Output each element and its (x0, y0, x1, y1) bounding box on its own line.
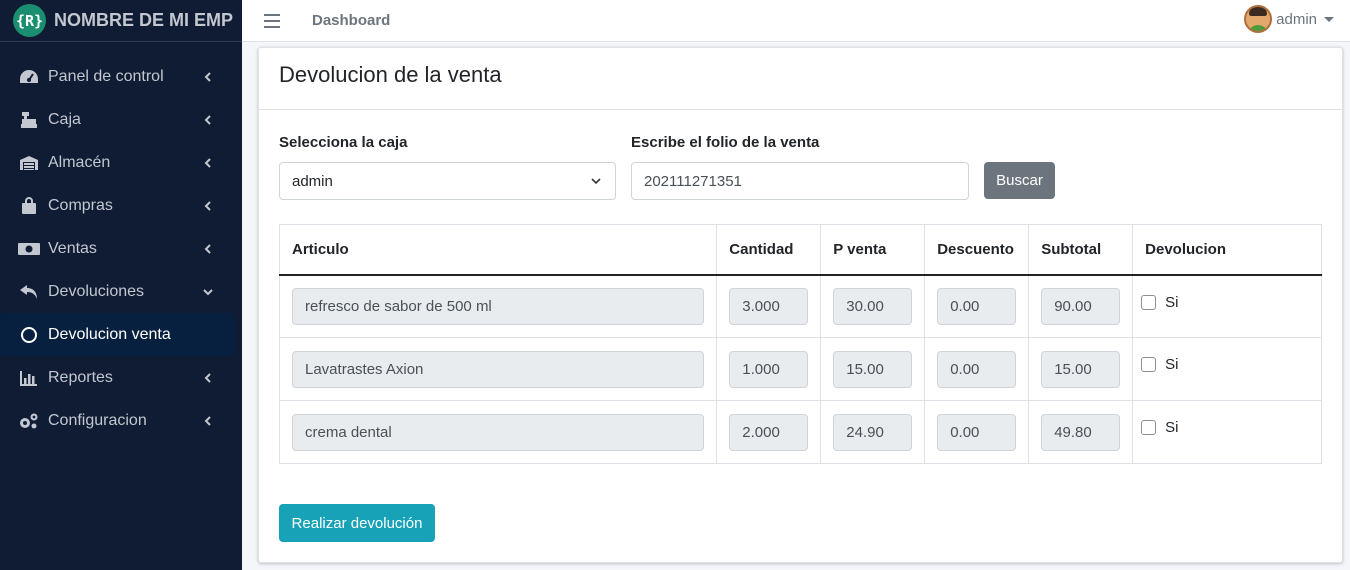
card-header: Devolucion de la venta (259, 48, 1342, 110)
brand-name: NOMBRE DE MI EMP (54, 10, 234, 30)
chevron-left-icon (204, 243, 211, 254)
devolucion-text: Si (1165, 293, 1179, 311)
cogs-icon (18, 412, 40, 430)
bars-icon[interactable] (264, 13, 280, 28)
devolucion-card: Devolucion de la venta Selecciona la caj… (258, 47, 1343, 563)
column-header-articulo: Articulo (278, 224, 718, 276)
sidebar-item-panel-de-control[interactable]: Panel de control (0, 55, 234, 98)
sidebar-item-label: Configuracion (48, 411, 147, 429)
sidebar-item-label: Ventas (48, 239, 97, 257)
top-navbar: Dashboard admin (242, 0, 1350, 42)
table-row: crema dental 2.000 24.90 0.00 49.80 Si (278, 400, 1322, 464)
chevron-left-icon (204, 157, 211, 168)
chevron-left-icon (204, 200, 211, 211)
devolucion-text: Si (1165, 419, 1179, 436)
cantidad-field: 3.000 (729, 287, 809, 325)
cash-register-icon (18, 111, 40, 129)
sidebar-item-reportes[interactable]: Reportes (0, 356, 234, 399)
precio-field: 24.90 (833, 413, 913, 451)
sidebar-item-devolucion-venta[interactable]: Devolucion venta (0, 313, 234, 356)
shopping-bag-icon (18, 196, 40, 215)
folio-label: Escribe el folio de la venta (631, 134, 820, 151)
chevron-down-icon (591, 178, 601, 185)
devolucion-checkbox-label[interactable]: Si (1141, 356, 1309, 373)
cantidad-field: 2.000 (729, 413, 809, 451)
devolucion-checkbox[interactable] (1141, 357, 1157, 372)
money-bill-icon (18, 240, 40, 258)
column-header-cantidad: Cantidad (716, 224, 822, 276)
table-row: Lavatrastes Axion 1.000 15.00 0.00 15.00… (278, 337, 1322, 401)
sidebar-item-label: Devoluciones (48, 282, 145, 300)
brand-link[interactable]: {R} NOMBRE DE MI EMP (0, 0, 242, 42)
devolucion-checkbox[interactable] (1141, 294, 1157, 310)
devolucion-checkbox-label[interactable]: Si (1141, 419, 1309, 436)
sidebar-item-almacen[interactable]: Almacén (0, 141, 234, 184)
devolucion-text: Si (1165, 356, 1179, 373)
sidebar-item-compras[interactable]: Compras (0, 184, 234, 227)
articulo-field: Lavatrastes Axion (292, 350, 705, 388)
chevron-left-icon (204, 71, 211, 82)
sidebar-item-caja[interactable]: Caja (0, 98, 234, 141)
chevron-down-icon (203, 288, 213, 295)
brand-logo: {R} (13, 4, 46, 37)
sale-items-table: Articulo Cantidad P venta Descuento Subt… (278, 224, 1322, 464)
page-title: Devolucion de la venta (279, 62, 502, 87)
sidebar-item-label: Devolucion venta (48, 325, 171, 343)
sidebar-item-label: Caja (48, 110, 81, 128)
circle-icon (18, 326, 40, 344)
cantidad-field: 1.000 (729, 350, 809, 388)
user-name: admin (1276, 10, 1317, 28)
chevron-left-icon (204, 114, 211, 125)
column-header-precio: P venta (820, 224, 926, 276)
sidebar-item-devoluciones[interactable]: Devoluciones (0, 270, 234, 313)
devolucion-checkbox-label[interactable]: Si (1141, 293, 1309, 311)
caja-selected-value: admin (292, 172, 333, 190)
realizar-devolucion-button[interactable]: Realizar devolución (279, 504, 435, 542)
warehouse-icon (18, 154, 40, 172)
sidebar-item-label: Panel de control (48, 67, 164, 85)
descuento-field: 0.00 (937, 287, 1017, 325)
subtotal-field: 90.00 (1041, 287, 1121, 325)
column-header-descuento: Descuento (924, 224, 1030, 276)
sidebar-item-label: Almacén (48, 153, 111, 171)
sidebar-item-label: Reportes (48, 368, 113, 386)
descuento-field: 0.00 (937, 350, 1017, 388)
descuento-field: 0.00 (937, 413, 1017, 451)
chart-bar-icon (18, 369, 40, 387)
caret-down-icon (1324, 16, 1334, 22)
subtotal-field: 15.00 (1041, 350, 1121, 388)
sidebar-item-ventas[interactable]: Ventas (0, 227, 234, 270)
tachometer-icon (18, 68, 40, 86)
column-header-subtotal: Subtotal (1028, 224, 1134, 276)
precio-field: 15.00 (833, 350, 913, 388)
folio-group: Escribe el folio de la venta 20211127135… (631, 134, 969, 200)
caja-group: Selecciona la caja admin (279, 134, 616, 200)
precio-field: 30.00 (833, 287, 913, 325)
sidebar-item-label: Compras (48, 196, 113, 214)
chevron-left-icon (204, 372, 211, 383)
articulo-field: crema dental (292, 413, 705, 451)
articulo-field: refresco de sabor de 500 ml (292, 287, 705, 325)
folio-input[interactable]: 202111271351 (631, 162, 969, 200)
sidebar-nav: Panel de control Caja Almacén Compras Ve… (0, 55, 242, 442)
search-form: Selecciona la caja admin Escribe el foli… (279, 134, 1324, 204)
user-menu[interactable]: admin (1244, 5, 1334, 33)
search-button[interactable]: Buscar (984, 162, 1055, 199)
devolucion-checkbox[interactable] (1141, 420, 1157, 435)
subtotal-field: 49.80 (1041, 413, 1121, 451)
undo-icon (18, 283, 40, 301)
column-header-devolucion: Devolucion (1132, 224, 1322, 276)
table-header-row: Articulo Cantidad P venta Descuento Subt… (278, 224, 1322, 276)
avatar (1244, 5, 1273, 33)
sidebar: {R} NOMBRE DE MI EMP Panel de control Ca… (0, 0, 242, 570)
caja-label: Selecciona la caja (279, 134, 408, 151)
table-row: refresco de sabor de 500 ml 3.000 30.00 … (278, 274, 1322, 338)
dashboard-link[interactable]: Dashboard (312, 12, 390, 29)
caja-select[interactable]: admin (279, 162, 616, 200)
sidebar-item-configuracion[interactable]: Configuracion (0, 399, 234, 442)
chevron-left-icon (204, 415, 211, 426)
